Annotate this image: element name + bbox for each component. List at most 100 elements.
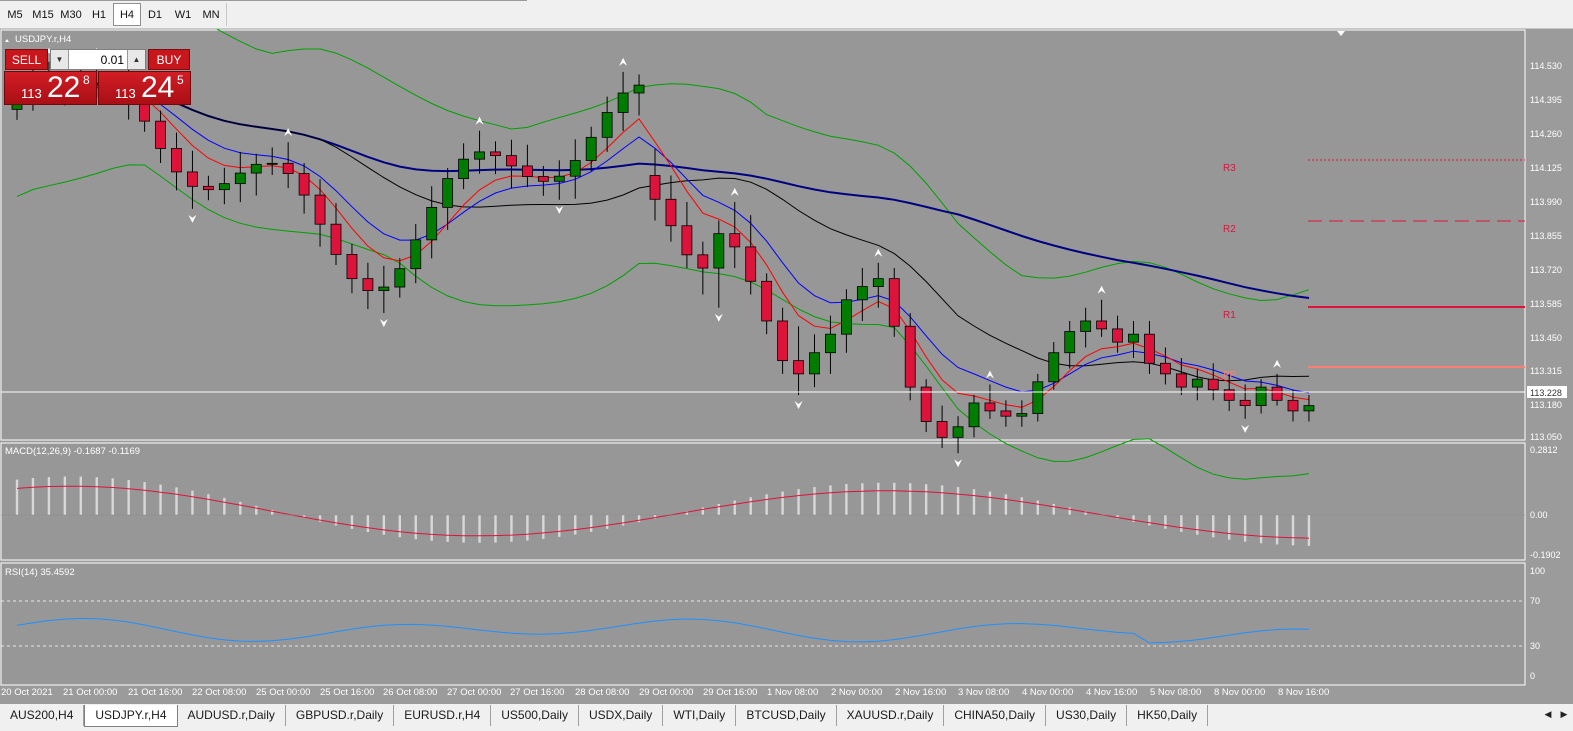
bear-candle xyxy=(1000,410,1012,417)
bull-candle xyxy=(458,158,470,179)
macd-bar xyxy=(15,479,19,515)
bear-candle xyxy=(1144,333,1155,364)
chart-tab[interactable]: USDX,Daily xyxy=(579,705,664,726)
time-tick: 2 Nov 00:00 xyxy=(831,687,882,698)
bull-candle xyxy=(1016,413,1028,417)
bear-candle xyxy=(1207,378,1219,391)
pivot-r1-label: R1 xyxy=(1223,310,1236,321)
lot-decrease-button[interactable]: ▼ xyxy=(51,50,69,69)
chart-tab[interactable]: GBPUSD.r,Daily xyxy=(286,705,395,726)
chart-tab[interactable]: AUS200,H4 xyxy=(0,705,85,726)
lot-size-input[interactable] xyxy=(70,50,127,69)
timeframe-m30-button[interactable]: M30 xyxy=(57,3,85,26)
timeframe-toolbar: M5 M15 M30 H1 H4 D1 W1 MN xyxy=(0,0,1573,29)
macd-bar xyxy=(765,494,768,515)
chart-tab[interactable]: AUDUSD.r,Daily xyxy=(178,705,286,726)
bear-candle xyxy=(1096,320,1107,330)
bull-candle xyxy=(1080,320,1092,332)
bear-candle xyxy=(697,254,709,269)
timeframe-h4-button[interactable]: H4 xyxy=(113,3,141,26)
macd-bar xyxy=(861,483,864,515)
bear-candle xyxy=(346,254,358,280)
tab-scroll-right-icon[interactable]: ▶ xyxy=(1557,707,1571,721)
rsi-tick: 100 xyxy=(1530,566,1545,576)
chart-tab[interactable]: HK50,Daily xyxy=(1127,705,1209,726)
macd-bar xyxy=(972,489,976,515)
buy-price-button[interactable]: 113 24 5 xyxy=(98,71,191,105)
toolbar-separator xyxy=(226,3,227,26)
chart-symbol-label: USDJPY.r,H4 xyxy=(15,34,71,45)
bull-candle xyxy=(1048,352,1060,383)
pivot-r3-label: R3 xyxy=(1223,163,1236,174)
chart-canvas[interactable]: 113.228 USDJPY.r,H4 114.530 114.395 114.… xyxy=(0,29,1573,703)
macd-bar xyxy=(956,487,960,515)
bear-candle xyxy=(1287,399,1299,412)
price-tick: 114.260 xyxy=(1530,129,1562,139)
chart-tab[interactable]: WTI,Daily xyxy=(663,705,737,726)
rsi-label: RSI(14) 35.4592 xyxy=(5,567,75,578)
tab-scroll-left-icon[interactable]: ◀ xyxy=(1541,707,1555,721)
price-tick: 113.990 xyxy=(1530,197,1562,207)
time-tick: 21 Oct 00:00 xyxy=(63,687,117,698)
sell-price-pips: 22 xyxy=(47,71,81,104)
macd-bar xyxy=(845,484,848,515)
bear-candle xyxy=(506,155,517,167)
chart-tab[interactable]: US30,Daily xyxy=(1046,705,1128,726)
chart-tab[interactable]: XAUUSD.r,Daily xyxy=(837,705,945,726)
bear-candle xyxy=(729,233,741,248)
macd-bar xyxy=(127,479,130,515)
bull-candle xyxy=(872,278,884,287)
chart-tab[interactable]: CHINA50,Daily xyxy=(944,705,1047,726)
macd-bar xyxy=(31,478,35,515)
timeframe-d1-button[interactable]: D1 xyxy=(141,3,169,26)
buy-button[interactable]: BUY xyxy=(148,49,190,70)
bear-candle xyxy=(187,171,198,187)
macd-bar xyxy=(1148,515,1151,526)
sell-price-button[interactable]: 113 22 8 xyxy=(4,71,97,105)
bull-candle xyxy=(266,162,278,165)
lot-increase-button[interactable]: ▲ xyxy=(127,50,145,69)
chart-tab[interactable]: BTCUSD,Daily xyxy=(736,705,837,726)
macd-bar xyxy=(988,491,992,515)
macd-bar xyxy=(1004,494,1008,515)
macd-bar xyxy=(940,485,944,515)
time-tick: 27 Oct 16:00 xyxy=(510,687,564,698)
price-tick: 114.530 xyxy=(1530,61,1562,71)
bear-candle xyxy=(1112,328,1123,343)
macd-bar xyxy=(558,515,561,537)
chart-tab[interactable]: US500,Daily xyxy=(491,705,579,726)
timeframe-w1-button[interactable]: W1 xyxy=(169,3,197,26)
bear-candle xyxy=(171,148,182,173)
macd-bar xyxy=(111,478,114,515)
macd-bar xyxy=(366,515,370,533)
timeframe-m15-button[interactable]: M15 xyxy=(29,3,57,26)
sell-price-prefix: 113 xyxy=(21,86,42,101)
chart-tab[interactable]: EURUSD.r,H4 xyxy=(394,705,492,726)
sell-button[interactable]: SELL xyxy=(5,49,48,70)
timeframe-buttons: M5 M15 M30 H1 H4 D1 W1 MN xyxy=(1,3,227,26)
bull-candle xyxy=(569,160,581,177)
macd-bar xyxy=(1259,515,1263,544)
macd-bar xyxy=(414,515,417,540)
timeframe-mn-button[interactable]: MN xyxy=(197,3,225,26)
macd-bar xyxy=(701,507,705,515)
bull-candle xyxy=(234,172,246,185)
macd-bar xyxy=(1212,515,1215,538)
macd-tick: 0.00 xyxy=(1530,510,1548,520)
macd-bar xyxy=(813,487,816,515)
rsi-tick: 0 xyxy=(1530,671,1535,681)
pivot-pp-label: PP xyxy=(1223,370,1237,381)
time-tick: 20 Oct 2021 xyxy=(1,687,53,698)
macd-bar xyxy=(478,515,481,543)
bear-candle xyxy=(777,320,788,362)
time-axis: 20 Oct 2021 21 Oct 00:00 21 Oct 16:00 22… xyxy=(1,687,1329,698)
chart-tab[interactable]: USDJPY.r,H4 xyxy=(84,705,178,727)
timeframe-m5-button[interactable]: M5 xyxy=(1,3,29,26)
timeframe-h1-button[interactable]: H1 xyxy=(85,3,113,26)
time-tick: 4 Nov 00:00 xyxy=(1022,687,1073,698)
bull-candle xyxy=(410,239,422,270)
bear-candle xyxy=(1175,373,1187,388)
buy-price-prefix: 113 xyxy=(115,86,136,101)
macd-bar xyxy=(877,482,880,515)
macd-bar xyxy=(1243,515,1247,542)
